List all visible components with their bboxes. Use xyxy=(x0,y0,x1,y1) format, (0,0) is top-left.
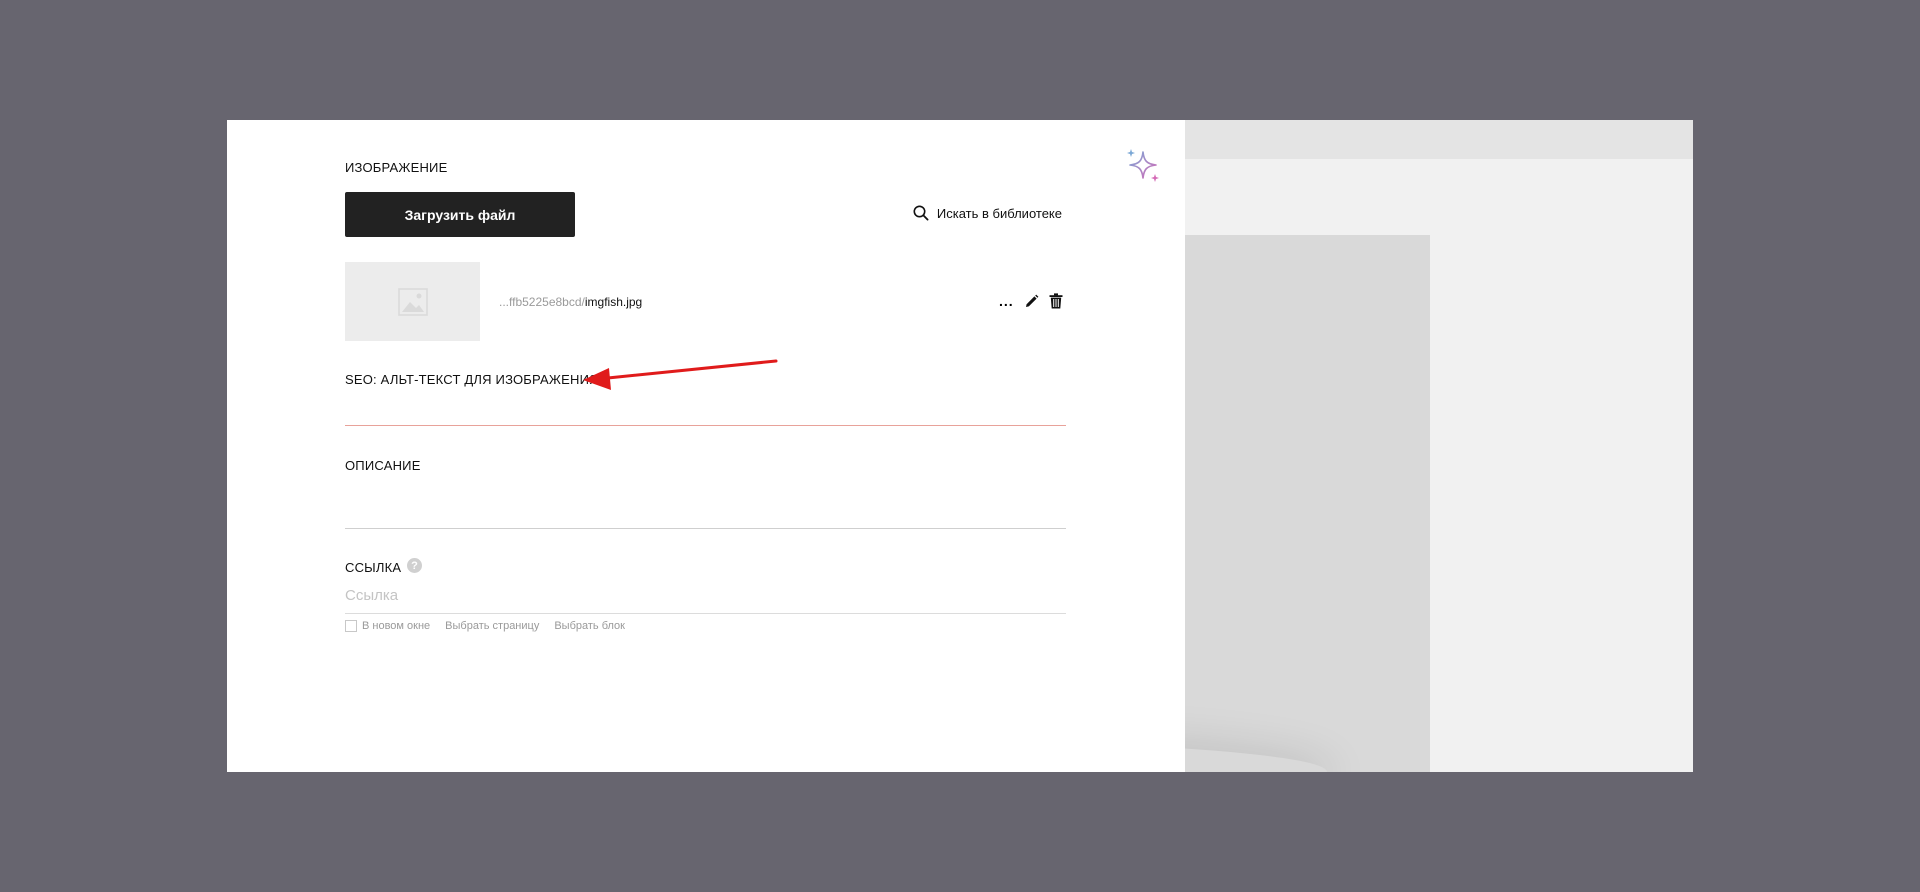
alt-text-label: SEO: АЛЬТ-ТЕКСТ ДЛЯ ИЗОБРАЖЕНИЯ xyxy=(345,372,599,387)
alt-text-input[interactable] xyxy=(345,400,1066,422)
help-icon[interactable]: ? xyxy=(407,558,422,573)
image-settings-panel: ИЗОБРАЖЕНИЕ Загрузить файл Искать в библ… xyxy=(227,120,1185,772)
editor-frame: ИЗОБРАЖЕНИЕ Загрузить файл Искать в библ… xyxy=(227,120,1693,772)
preview-topbar xyxy=(1185,120,1693,159)
search-library-label: Искать в библиотеке xyxy=(936,205,1062,221)
link-options: В новом окне Выбрать страницу Выбрать бл… xyxy=(345,620,625,632)
image-placeholder-icon xyxy=(397,287,428,316)
file-name-text: imgfish.jpg xyxy=(584,295,643,309)
alt-text-underline xyxy=(345,425,1066,426)
upload-file-button[interactable]: Загрузить файл xyxy=(345,192,575,237)
description-label: ОПИСАНИЕ xyxy=(345,458,421,473)
file-path-prefix: ...ffb5225e8bcd/ xyxy=(499,295,585,309)
preview-block xyxy=(1185,235,1430,772)
link-input[interactable] xyxy=(345,584,1066,606)
edit-button[interactable] xyxy=(1024,292,1039,310)
search-library-link[interactable]: Искать в библиотеке xyxy=(913,205,1062,221)
new-window-label[interactable]: В новом окне xyxy=(362,620,430,632)
file-name: ...ffb5225e8bcd/imgfish.jpg xyxy=(499,295,642,309)
pencil-icon xyxy=(1025,294,1039,307)
trash-icon xyxy=(1049,293,1063,309)
choose-page-link[interactable]: Выбрать страницу xyxy=(445,620,539,632)
link-label: ССЫЛКА xyxy=(345,560,402,575)
link-underline xyxy=(345,613,1066,614)
ai-sparkle-icon[interactable] xyxy=(1125,148,1163,186)
image-thumbnail[interactable] xyxy=(345,262,480,341)
more-options-button[interactable]: ... xyxy=(999,292,1014,310)
choose-block-link[interactable]: Выбрать блок xyxy=(554,620,625,632)
description-underline xyxy=(345,528,1066,529)
file-actions: ... xyxy=(999,292,1063,310)
image-section-heading: ИЗОБРАЖЕНИЕ xyxy=(345,160,448,175)
description-input[interactable] xyxy=(345,502,1066,524)
new-window-checkbox[interactable] xyxy=(345,620,357,632)
search-icon xyxy=(913,205,929,221)
delete-button[interactable] xyxy=(1049,292,1063,310)
